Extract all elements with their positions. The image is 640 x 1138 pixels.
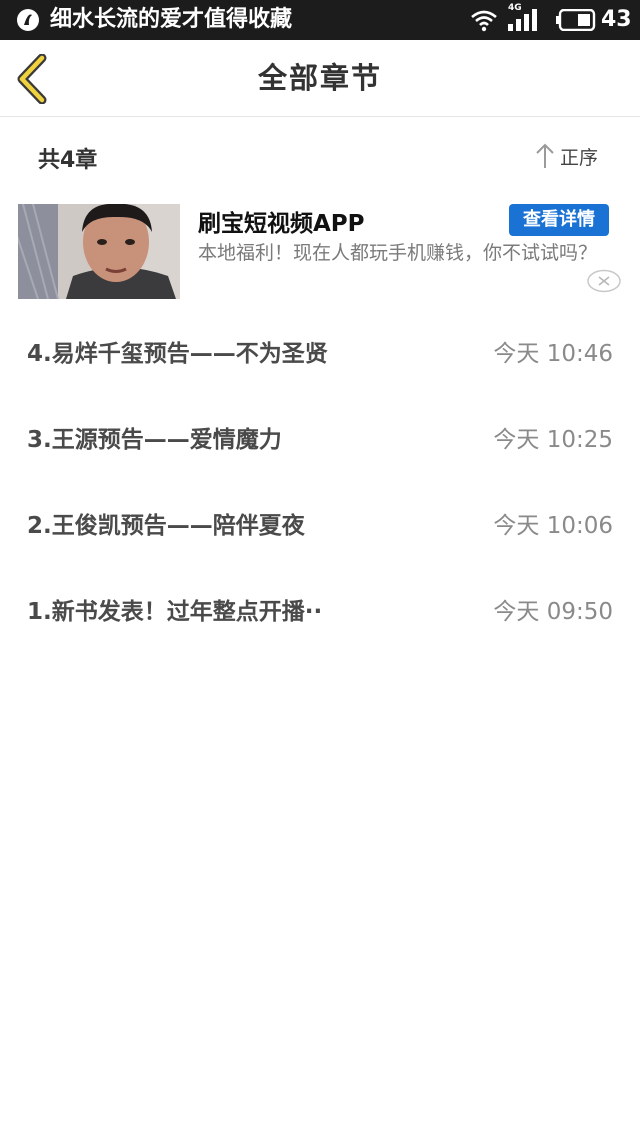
ad-close-button[interactable] bbox=[586, 269, 622, 293]
chapter-time: 今天 10:46 bbox=[493, 341, 613, 367]
ad-title: 刷宝短视频APP bbox=[198, 211, 365, 237]
sort-order-button[interactable]: 正序 bbox=[534, 140, 598, 172]
sort-label: 正序 bbox=[560, 146, 599, 169]
chapter-item[interactable]: 3.王源预告——爱情魔力 今天 10:25 bbox=[0, 394, 640, 480]
chapter-summary: 共4章 正序 bbox=[0, 118, 640, 198]
chapter-time: 今天 10:25 bbox=[493, 427, 613, 453]
ad-thumbnail-image bbox=[18, 204, 180, 299]
chapter-count: 共4章 bbox=[38, 148, 98, 173]
chapter-title: 4.易烊千玺预告——不为圣贤 bbox=[27, 341, 328, 367]
chapter-item[interactable]: 1.新书发表！过年整点开播·· 今天 09:50 bbox=[0, 566, 640, 652]
wifi-icon bbox=[471, 10, 497, 32]
ad-thumbnail[interactable] bbox=[18, 204, 180, 299]
ad-description: 本地福利！现在人都玩手机赚钱，你不试试吗？ bbox=[198, 242, 598, 264]
battery-level: 43 bbox=[601, 7, 632, 32]
signal-icon bbox=[508, 9, 537, 31]
chapter-item[interactable]: 2.王俊凯预告——陪伴夏夜 今天 10:06 bbox=[0, 480, 640, 566]
chapter-time: 今天 09:50 bbox=[493, 599, 613, 625]
chapter-item[interactable]: 4.易烊千玺预告——不为圣贤 今天 10:46 bbox=[0, 308, 640, 394]
view-details-button[interactable]: 查看详情 bbox=[509, 204, 609, 236]
header-bar: 全部章节 bbox=[0, 40, 640, 117]
ad-banner[interactable]: 刷宝短视频APP 查看详情 本地福利！现在人都玩手机赚钱，你不试试吗？ bbox=[0, 200, 640, 302]
notification-text: 细水长流的爱才值得收藏 bbox=[50, 7, 293, 32]
chapter-time: 今天 10:06 bbox=[493, 513, 613, 539]
chevron-left-icon bbox=[17, 53, 47, 105]
chapter-title: 1.新书发表！过年整点开播·· bbox=[27, 599, 323, 625]
app-notification-icon bbox=[17, 9, 39, 31]
chapter-title: 2.王俊凯预告——陪伴夏夜 bbox=[27, 513, 305, 539]
battery-icon bbox=[556, 9, 596, 31]
page-title: 全部章节 bbox=[257, 61, 382, 95]
arrow-up-icon bbox=[536, 143, 554, 168]
back-button[interactable] bbox=[12, 53, 56, 105]
chapter-list: 4.易烊千玺预告——不为圣贤 今天 10:46 3.王源预告——爱情魔力 今天 … bbox=[0, 308, 640, 652]
chapter-title: 3.王源预告——爱情魔力 bbox=[27, 427, 282, 453]
close-icon bbox=[587, 269, 621, 293]
status-bar: 细水长流的爱才值得收藏 4G 43 bbox=[0, 0, 640, 40]
